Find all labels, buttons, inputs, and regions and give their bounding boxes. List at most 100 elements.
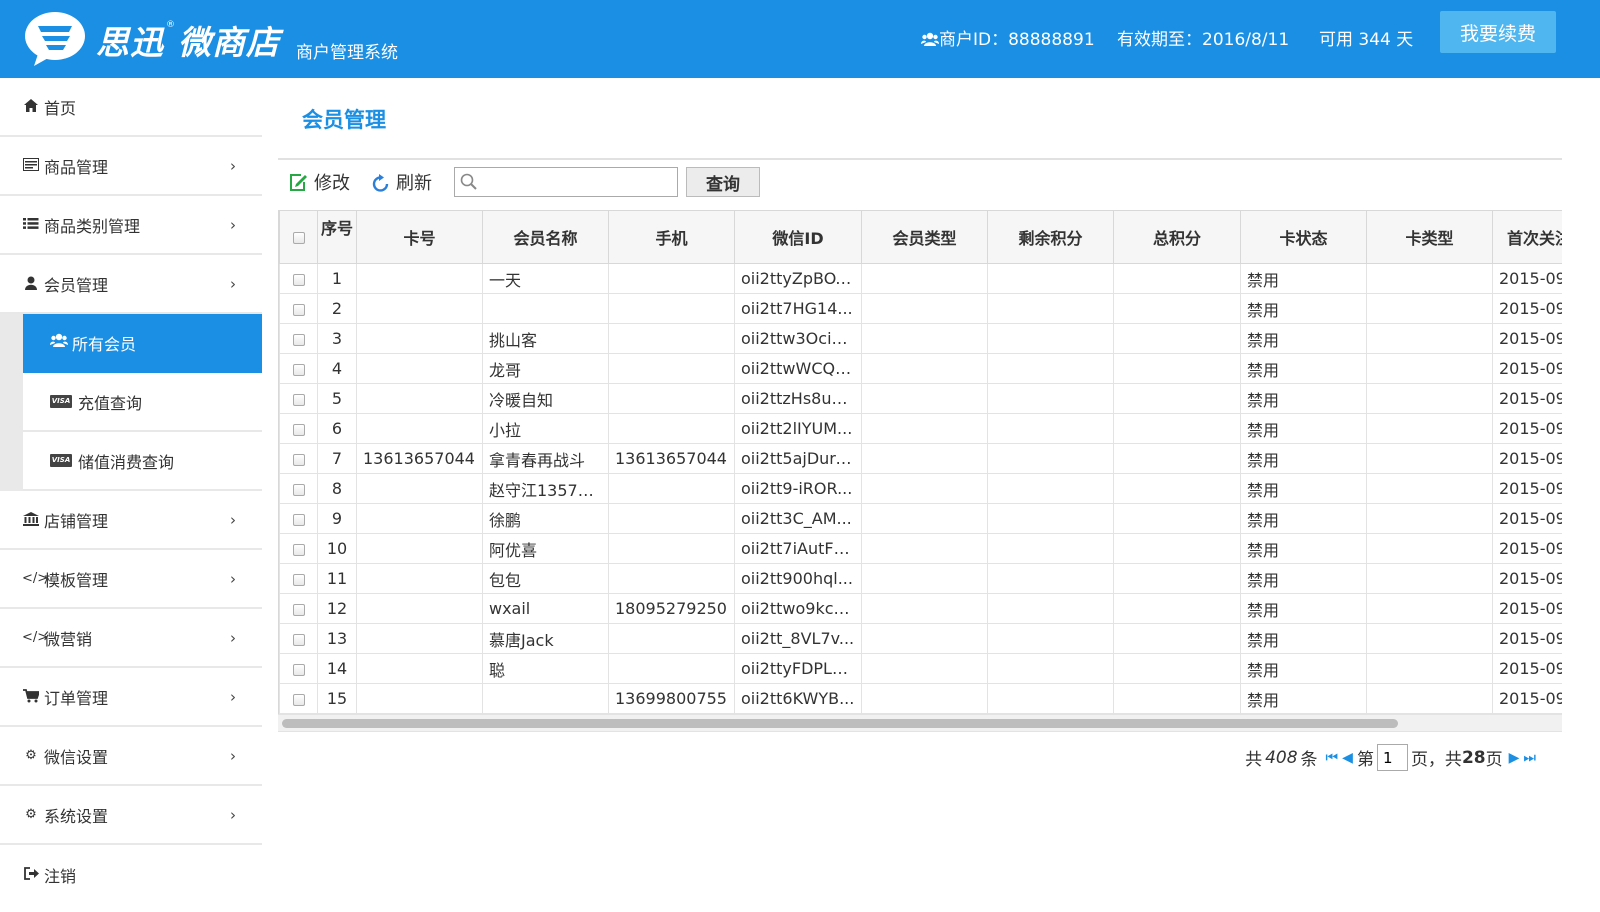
row-checkbox-cell[interactable] — [279, 593, 318, 624]
sidebar-item-products[interactable]: 商品管理 › — [0, 137, 262, 196]
table-cell-wechat: oii2ttyZpBOX... — [734, 263, 862, 294]
sidebar-item-wechat-settings[interactable]: ⚙ 微信设置 › — [0, 727, 262, 786]
last-page-icon[interactable]: ⏭ — [1523, 750, 1536, 766]
chevron-right-icon: › — [230, 215, 236, 234]
sidebar-item-templates[interactable]: </> 模板管理 › — [0, 550, 262, 609]
cogs-icon: ⚙ — [25, 747, 37, 763]
renew-button[interactable]: 我要续费 — [1440, 11, 1556, 53]
column-header[interactable]: 手机 — [608, 210, 735, 264]
prev-page-icon[interactable]: ◀ — [1342, 750, 1353, 766]
sidebar-subitem-stored-value-query[interactable]: VISA 储值消费查询 — [23, 432, 262, 491]
column-header[interactable]: 会员名称 — [482, 210, 609, 264]
row-checkbox-cell[interactable] — [279, 473, 318, 504]
row-checkbox-cell[interactable] — [279, 653, 318, 684]
row-checkbox[interactable] — [292, 513, 305, 526]
sidebar-item-orders[interactable]: 订单管理 › — [0, 668, 262, 727]
row-checkbox-cell[interactable] — [279, 383, 318, 414]
sidebar-item-micro-marketing[interactable]: </> 微营销 › — [0, 609, 262, 668]
row-checkbox-cell[interactable] — [279, 443, 318, 474]
table-row[interactable]: 4 龙哥 oii2ttwWCQY... 禁用 2015-09 — [279, 353, 1562, 384]
column-header[interactable]: 首次关注 — [1492, 210, 1562, 264]
select-all-checkbox-cell[interactable] — [279, 210, 318, 264]
search-field[interactable] — [454, 167, 678, 197]
column-header[interactable]: 卡类型 — [1366, 210, 1493, 264]
table-cell-first: 2015-09 — [1492, 563, 1562, 594]
sidebar-subitem-all-members[interactable]: 所有会员 — [23, 314, 262, 373]
table-cell-total — [1113, 503, 1241, 534]
horizontal-scrollbar[interactable] — [278, 714, 1562, 732]
first-page-icon[interactable]: ⏮ — [1326, 750, 1339, 766]
sidebar-item-home[interactable]: 首页 — [0, 78, 262, 137]
table-row[interactable]: 3 挑山客 oii2ttw3OciO... 禁用 2015-09 — [279, 323, 1562, 354]
table-row[interactable]: 8 赵守江13574... oii2tt9-iROR... 禁用 2015-09 — [279, 473, 1562, 504]
table-row[interactable]: 1 一天 oii2ttyZpBOX... 禁用 2015-09 — [279, 263, 1562, 294]
row-checkbox[interactable] — [292, 363, 305, 376]
row-checkbox[interactable] — [292, 633, 305, 646]
table-row[interactable]: 12 wxail 18095279250 oii2ttwo9kc3... 禁用 2015-… — [279, 593, 1562, 624]
table-cell-phone: 13613657044 — [608, 443, 735, 474]
row-checkbox[interactable] — [292, 483, 305, 496]
row-checkbox[interactable] — [292, 603, 305, 616]
column-header[interactable]: 卡状态 — [1240, 210, 1367, 264]
table-cell-wechat: oii2tt_8VL7v... — [734, 623, 862, 654]
sidebar-item-logout[interactable]: 注销 — [0, 845, 262, 904]
table-row[interactable]: 9 徐鹏 oii2tt3C_AM... 禁用 2015-09 — [279, 503, 1562, 534]
table-row[interactable]: 2 oii2tt7HG14... 禁用 2015-09 — [279, 293, 1562, 324]
column-header[interactable]: 序号 — [317, 210, 357, 264]
sidebar-item-store[interactable]: 店铺管理 › — [0, 491, 262, 550]
row-checkbox[interactable] — [292, 693, 305, 706]
table-cell-card_type — [1366, 353, 1493, 384]
table-row[interactable]: 15 13699800755 oii2tt6KWYB... 禁用 2015-09 — [279, 683, 1562, 714]
row-checkbox-cell[interactable] — [279, 413, 318, 444]
sidebar-item-members[interactable]: 会员管理 › — [0, 255, 262, 314]
sidebar-item-system-settings[interactable]: ⚙ 系统设置 › — [0, 786, 262, 845]
row-checkbox-cell[interactable] — [279, 293, 318, 324]
row-checkbox-cell[interactable] — [279, 623, 318, 654]
sidebar-subitem-recharge-query[interactable]: VISA 充值查询 — [23, 373, 262, 432]
table-row[interactable]: 14 聪 oii2ttyFDPLQ... 禁用 2015-09 — [279, 653, 1562, 684]
table-cell-card — [356, 533, 483, 564]
sidebar-item-product-categories[interactable]: 商品类别管理 › — [0, 196, 262, 255]
column-header[interactable]: 剩余积分 — [987, 210, 1114, 264]
table-row[interactable]: 11 包包 oii2tt900hql... 禁用 2015-09 — [279, 563, 1562, 594]
query-button[interactable]: 查询 — [686, 167, 760, 197]
table-row[interactable]: 13 慕唐Jack oii2tt_8VL7v... 禁用 2015-09 — [279, 623, 1562, 654]
row-checkbox[interactable] — [292, 273, 305, 286]
table-row[interactable]: 5 冷暖自知 oii2ttzHs8uc... 禁用 2015-09 — [279, 383, 1562, 414]
table-cell-first: 2015-09 — [1492, 293, 1562, 324]
row-checkbox[interactable] — [292, 453, 305, 466]
row-checkbox-cell[interactable] — [279, 563, 318, 594]
row-checkbox[interactable] — [292, 423, 305, 436]
row-checkbox[interactable] — [292, 573, 305, 586]
table-row[interactable]: 7 13613657044 拿青春再战斗 13613657044 oii2tt5ajDu… — [279, 443, 1562, 474]
row-checkbox[interactable] — [292, 333, 305, 346]
scrollbar-thumb[interactable] — [282, 719, 1398, 728]
row-checkbox-cell[interactable] — [279, 503, 318, 534]
column-header[interactable]: 总积分 — [1113, 210, 1241, 264]
table-cell-name — [482, 293, 609, 324]
row-checkbox-cell[interactable] — [279, 683, 318, 714]
row-checkbox[interactable] — [292, 663, 305, 676]
row-checkbox[interactable] — [292, 303, 305, 316]
table-cell-total — [1113, 683, 1241, 714]
column-header[interactable]: 会员类型 — [861, 210, 988, 264]
row-checkbox-cell[interactable] — [279, 533, 318, 564]
table-row[interactable]: 6 小拉 oii2tt2lIYUM... 禁用 2015-09 — [279, 413, 1562, 444]
table-cell-points — [987, 293, 1114, 324]
row-checkbox-cell[interactable] — [279, 353, 318, 384]
column-header[interactable]: 卡号 — [356, 210, 483, 264]
sidebar-item-label: 首页 — [44, 98, 77, 118]
refresh-button[interactable]: 刷新 — [372, 169, 432, 195]
next-page-icon[interactable]: ▶ — [1509, 750, 1520, 766]
row-checkbox[interactable] — [292, 393, 305, 406]
column-header[interactable]: 微信ID — [734, 210, 862, 264]
table-row[interactable]: 10 阿优喜 oii2tt7iAutF1... 禁用 2015-09 — [279, 533, 1562, 564]
row-checkbox[interactable] — [292, 543, 305, 556]
table-cell-phone — [608, 413, 735, 444]
page-number-input[interactable] — [1376, 744, 1408, 771]
row-checkbox-cell[interactable] — [279, 263, 318, 294]
search-input[interactable] — [455, 168, 677, 196]
row-checkbox-cell[interactable] — [279, 323, 318, 354]
select-all-checkbox[interactable] — [292, 232, 305, 244]
edit-button[interactable]: 修改 — [288, 169, 350, 195]
